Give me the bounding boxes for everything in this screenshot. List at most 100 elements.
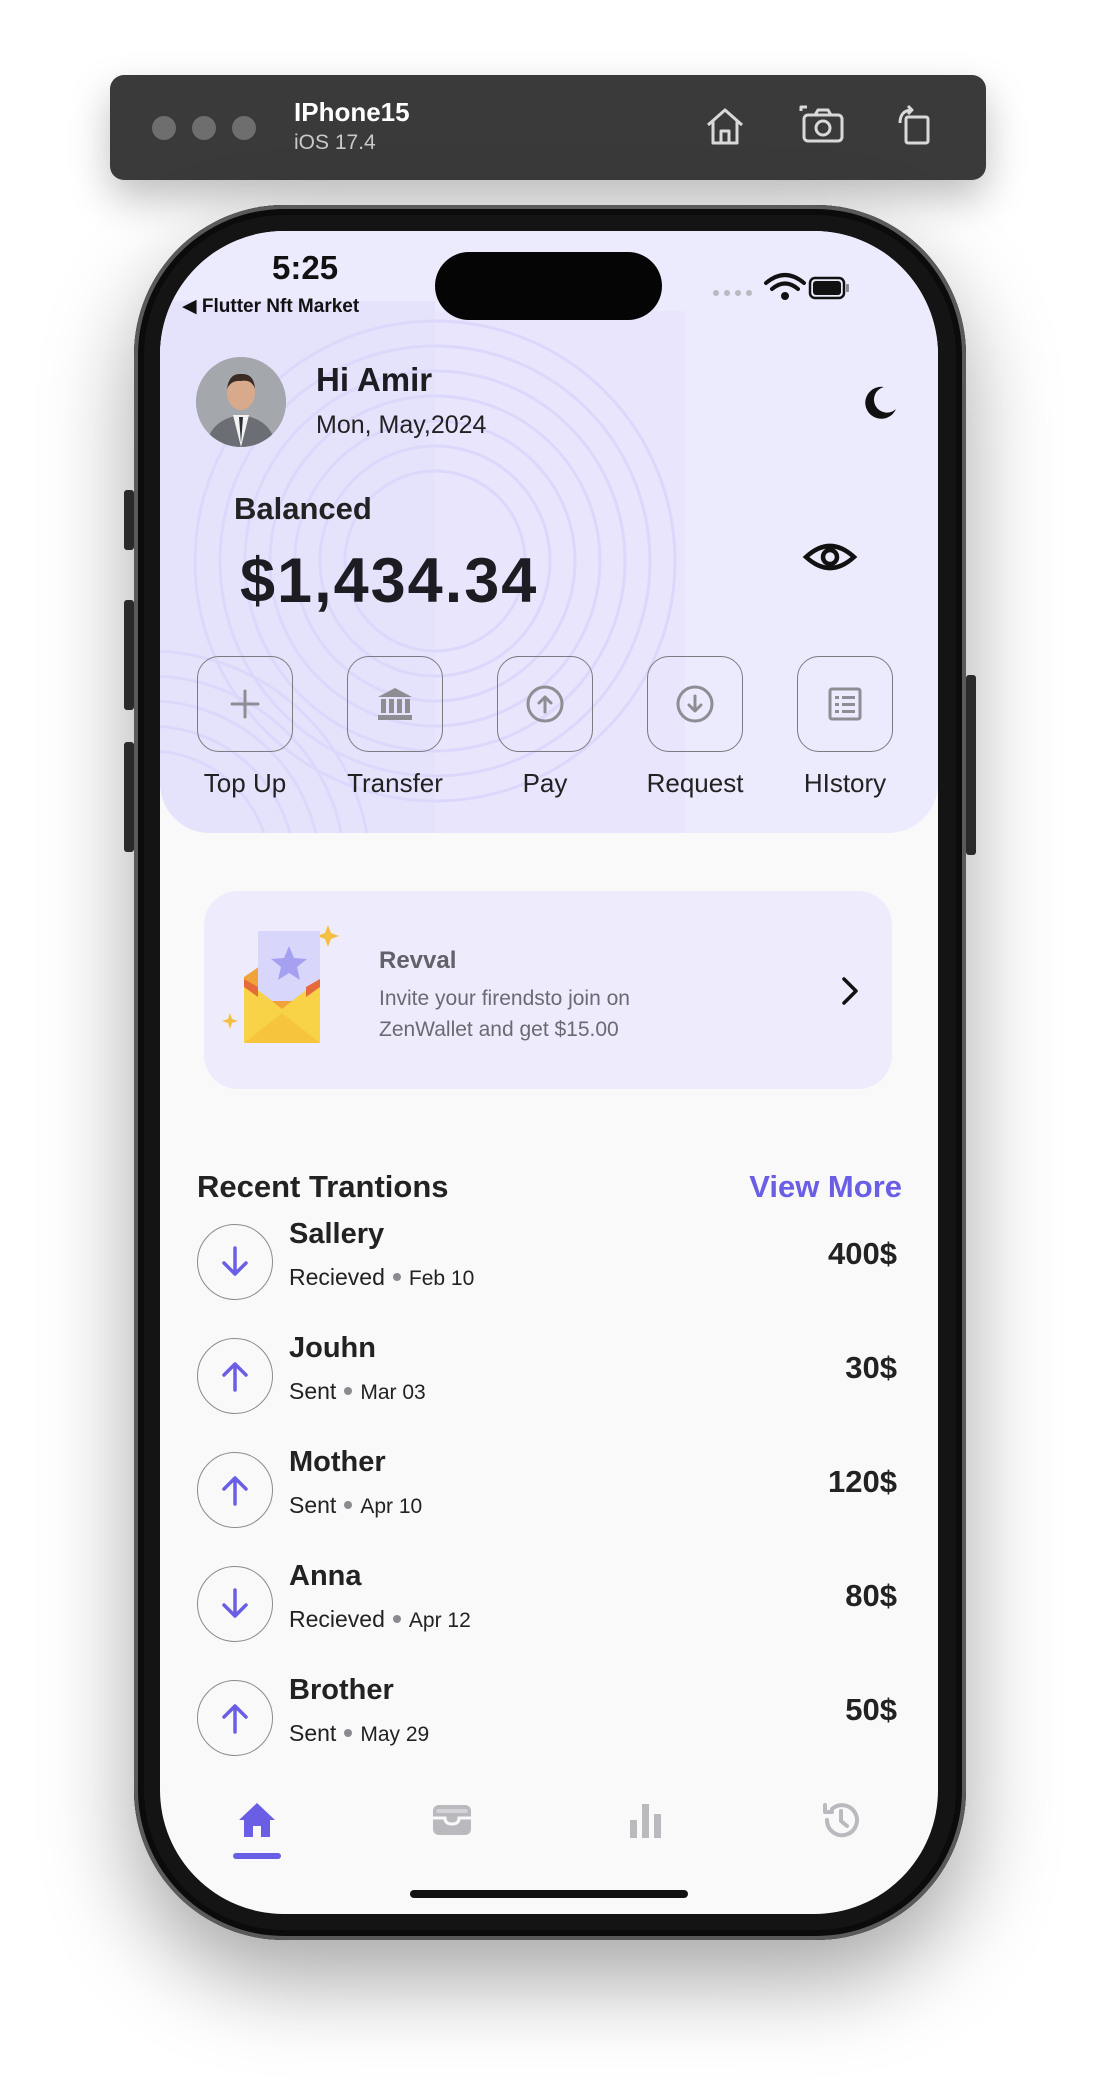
transaction-meta: Sent Mar 03 (289, 1378, 426, 1405)
transaction-type: Sent (289, 1720, 337, 1746)
dynamic-island (435, 252, 662, 320)
referral-card[interactable]: Revval Invite your firendsto join on Zen… (204, 891, 892, 1089)
volume-down-button (124, 742, 134, 852)
plus-icon (230, 689, 260, 719)
envelope-star-icon (222, 925, 339, 1043)
volume-up-button (124, 600, 134, 710)
home-icon[interactable] (233, 1796, 281, 1844)
action-top-up-label: Top Up (203, 768, 287, 798)
action-pay[interactable]: Pay (470, 656, 620, 799)
transaction-name: Sallery (289, 1218, 385, 1250)
transaction-meta: Sent May 29 (289, 1720, 429, 1747)
transaction-name: Brother (289, 1674, 394, 1706)
status-time: 5:25 (272, 249, 339, 286)
active-tab-indicator (233, 1853, 281, 1859)
chevron-right-icon[interactable] (830, 971, 870, 1011)
moon-icon[interactable] (860, 383, 900, 423)
app-screen: 5:25 ◀ Flutter Nft Market Hi Amir Mon, M… (160, 231, 938, 1914)
action-request-label: Request (646, 768, 744, 798)
action-pay-button[interactable] (497, 656, 593, 752)
action-top-up[interactable]: Top Up (170, 656, 320, 799)
home-indicator[interactable] (410, 1890, 688, 1898)
window-minimize-dot[interactable] (192, 116, 216, 140)
action-transfer-label: Transfer (347, 768, 443, 798)
transaction-amount: 30$ (845, 1350, 897, 1385)
separator-dot (344, 1728, 353, 1737)
transaction-date: Apr 10 (360, 1495, 423, 1518)
referral-title: Revval (379, 947, 457, 974)
transaction-name: Jouhn (289, 1332, 376, 1364)
power-button (966, 675, 976, 855)
simulator-toolbar: IPhone15 iOS 17.4 (110, 75, 986, 180)
greeting-title: Hi Amir (316, 361, 433, 398)
transaction-date: Apr 12 (408, 1609, 471, 1632)
home-icon[interactable] (700, 101, 750, 151)
signal-dots-icon (713, 290, 752, 296)
transaction-date: Feb 10 (408, 1267, 475, 1290)
balance-label: Balanced (234, 491, 372, 526)
transaction-type: Recieved (289, 1606, 385, 1632)
screenshot-icon[interactable] (798, 101, 848, 151)
referral-text: Invite your firendsto join on ZenWallet … (379, 987, 630, 1041)
arrow-up-icon (197, 1338, 273, 1414)
transaction-amount: 120$ (828, 1464, 897, 1499)
transaction-meta: Sent Apr 10 (289, 1492, 422, 1519)
upload-circle-icon (526, 685, 564, 723)
window-close-dot[interactable] (152, 116, 176, 140)
transaction-type: Sent (289, 1378, 337, 1404)
action-request-button[interactable] (647, 656, 743, 752)
transaction-date: May 29 (360, 1723, 430, 1746)
avatar-photo (196, 357, 286, 447)
transaction-amount: 400$ (828, 1236, 897, 1271)
action-request[interactable]: Request (620, 656, 770, 799)
transaction-date: Mar 03 (360, 1381, 426, 1404)
action-history-label: HIstory (803, 768, 887, 798)
transaction-row[interactable]: Mother Sent Apr 10 120$ (197, 1446, 897, 1542)
action-top-up-button[interactable] (197, 656, 293, 752)
transaction-row[interactable]: Jouhn Sent Mar 03 30$ (197, 1332, 897, 1428)
download-circle-icon (676, 685, 714, 723)
separator-dot (344, 1500, 353, 1509)
wallet-icon[interactable] (428, 1796, 476, 1844)
action-transfer[interactable]: Transfer (320, 656, 470, 799)
action-pay-label: Pay (522, 768, 568, 798)
transaction-meta: Recieved Feb 10 (289, 1264, 474, 1291)
action-history[interactable]: HIstory (770, 656, 920, 799)
separator-dot (392, 1272, 401, 1281)
separator-dot (344, 1386, 353, 1395)
transaction-row[interactable]: Brother Sent May 29 50$ (197, 1674, 897, 1770)
action-button (124, 490, 134, 550)
transaction-amount: 50$ (845, 1692, 897, 1727)
back-to-app-link[interactable]: ◀ Flutter Nft Market (182, 295, 359, 318)
stats-icon[interactable] (622, 1796, 670, 1844)
device-name: IPhone15 (294, 97, 410, 127)
separator-dot (392, 1614, 401, 1623)
history-icon[interactable] (817, 1796, 865, 1844)
hero-panel: 5:25 ◀ Flutter Nft Market Hi Amir Mon, M… (160, 231, 938, 833)
transaction-amount: 80$ (845, 1578, 897, 1613)
transaction-name: Anna (289, 1560, 362, 1592)
transaction-row[interactable]: Anna Recieved Apr 12 80$ (197, 1560, 897, 1656)
action-history-button[interactable] (797, 656, 893, 752)
status-indicators (713, 273, 849, 300)
recent-transactions-title: Recent Trantions (197, 1169, 449, 1204)
list-icon (828, 687, 862, 721)
transaction-type: Sent (289, 1492, 337, 1518)
transaction-meta: Recieved Apr 12 (289, 1606, 471, 1633)
eye-icon[interactable] (802, 529, 858, 585)
arrow-up-icon (197, 1452, 273, 1528)
rotate-icon[interactable] (890, 101, 940, 151)
arrow-down-icon (197, 1566, 273, 1642)
transaction-name: Mother (289, 1446, 386, 1478)
arrow-up-icon (197, 1680, 273, 1756)
window-zoom-dot[interactable] (232, 116, 256, 140)
transaction-type: Recieved (289, 1264, 385, 1290)
os-version: iOS 17.4 (294, 131, 376, 154)
header-date: Mon, May,2024 (316, 411, 487, 439)
action-transfer-button[interactable] (347, 656, 443, 752)
avatar[interactable] (196, 357, 286, 447)
battery-icon (808, 276, 849, 300)
view-more-link[interactable]: View More (749, 1169, 902, 1205)
transaction-row[interactable]: Sallery Recieved Feb 10 400$ (197, 1218, 897, 1314)
bank-icon (378, 688, 412, 720)
